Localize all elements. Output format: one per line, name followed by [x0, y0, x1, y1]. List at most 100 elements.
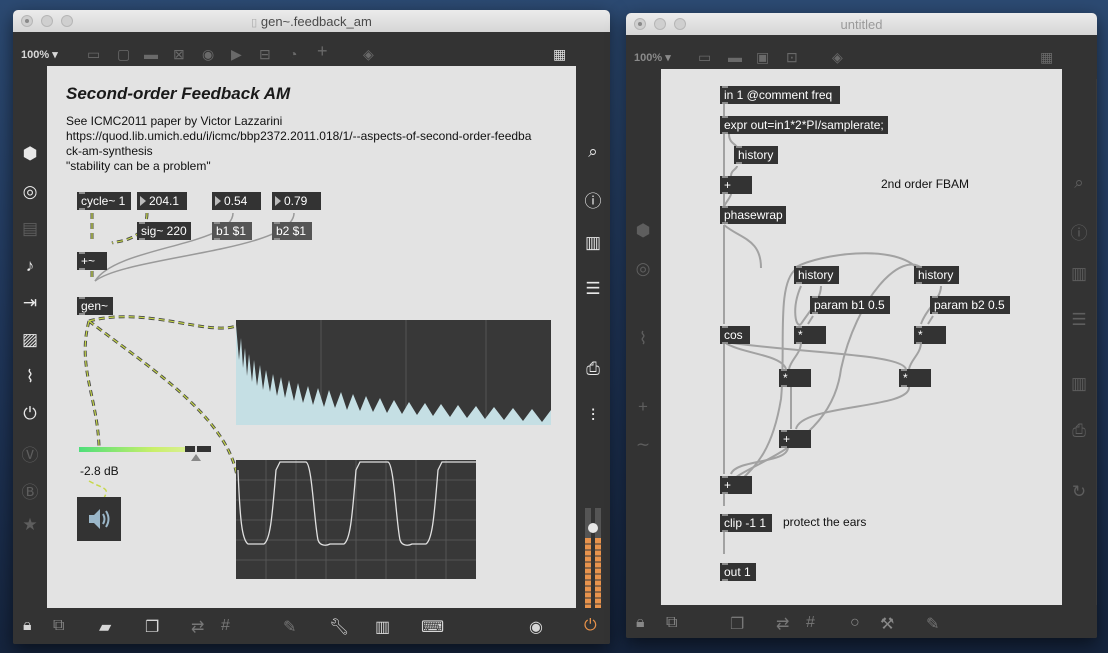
- lock-icon[interactable]: 🔒︎: [23, 617, 32, 635]
- presentation-mode-icon[interactable]: ⧉: [666, 614, 677, 632]
- beap-icon[interactable]: Ⓑ: [13, 478, 47, 503]
- paint-bucket-icon[interactable]: ◈: [832, 49, 843, 65]
- add-icon[interactable]: +: [626, 397, 660, 417]
- titlebar[interactable]: untitled: [626, 13, 1097, 36]
- paperclip-icon[interactable]: ⌇: [626, 329, 660, 349]
- dial-icon[interactable]: ◔: [289, 46, 297, 62]
- lock-icon[interactable]: 🔒︎: [636, 614, 645, 632]
- message-box-icon[interactable]: ▢: [117, 46, 130, 62]
- b1-number-box[interactable]: 0.54: [212, 192, 261, 210]
- camera-icon[interactable]: ⎙: [1062, 421, 1096, 441]
- paint-bucket-icon[interactable]: ◈: [363, 46, 374, 62]
- cycle-object[interactable]: cycle~ 1: [77, 192, 131, 210]
- flip-icon[interactable]: ⇄: [191, 617, 204, 637]
- dac-speaker-button[interactable]: [77, 497, 121, 541]
- piano-icon[interactable]: ▥: [375, 617, 390, 637]
- gen-patcher-canvas[interactable]: in 1 @comment freq expr out=in1*2*PI/sam…: [661, 69, 1062, 605]
- patcher-canvas[interactable]: Second-order Feedback AM See ICMC2011 pa…: [47, 66, 576, 608]
- music-note-icon[interactable]: ♪: [13, 256, 47, 276]
- list-icon[interactable]: ☰: [1062, 310, 1096, 330]
- comment-icon[interactable]: ▬: [728, 49, 742, 65]
- mixer-icon[interactable]: ⫶: [576, 406, 610, 426]
- power-icon[interactable]: ⏻: [584, 617, 597, 635]
- camera-icon[interactable]: ⎙: [576, 359, 610, 379]
- book-icon[interactable]: ▥: [1062, 264, 1096, 284]
- debug-icon[interactable]: ✎: [283, 617, 296, 637]
- info-icon[interactable]: ⓘ: [576, 187, 610, 212]
- wave-icon[interactable]: ∼: [626, 435, 660, 455]
- presentation-mode-icon[interactable]: ⧉: [53, 617, 64, 635]
- star-icon[interactable]: ★: [13, 515, 47, 535]
- history-object-1[interactable]: history: [794, 266, 839, 284]
- keyboard-icon[interactable]: ⌨: [421, 617, 444, 637]
- param-b1-object[interactable]: param b1 0.5: [810, 296, 890, 314]
- flip-icon[interactable]: ⇄: [776, 614, 789, 634]
- plus-object-2[interactable]: +: [720, 476, 752, 494]
- freq-number-box[interactable]: 204.1: [137, 192, 187, 210]
- codebox-text-icon[interactable]: ⊡: [786, 49, 798, 65]
- comment-icon[interactable]: ▬: [144, 46, 158, 62]
- play-icon[interactable]: ▶: [231, 46, 242, 62]
- b1-message[interactable]: b1 $1: [212, 222, 252, 240]
- grid-menu-icon[interactable]: ▦: [553, 46, 566, 62]
- plus-object-0[interactable]: +: [720, 176, 752, 194]
- button-icon[interactable]: ◉: [202, 46, 214, 62]
- debug-icon[interactable]: ✎: [926, 614, 939, 634]
- plugin-icon[interactable]: ⏻: [13, 404, 47, 424]
- out-object[interactable]: out 1: [720, 563, 756, 581]
- gain-slider[interactable]: [79, 446, 211, 462]
- grid-icon[interactable]: #: [221, 617, 230, 635]
- plus-object-1[interactable]: +: [779, 430, 811, 448]
- multiply-object-b[interactable]: *: [914, 326, 946, 344]
- wrench-icon[interactable]: 🔧︎: [329, 617, 349, 637]
- audio-status-icon[interactable]: ◉: [529, 617, 543, 637]
- playlist-icon[interactable]: ⇥: [13, 293, 47, 313]
- history-object-0[interactable]: history: [734, 146, 778, 164]
- paperclip-icon[interactable]: ⌇: [13, 367, 47, 387]
- titlebar[interactable]: ▯ gen~.feedback_am: [13, 10, 610, 33]
- package-icon[interactable]: ⬢: [626, 221, 660, 241]
- zoom-menu[interactable]: 100% ▾: [634, 51, 671, 64]
- sig-object[interactable]: sig~ 220: [137, 222, 191, 240]
- history-object-2[interactable]: history: [914, 266, 959, 284]
- zoom-menu[interactable]: 100% ▾: [21, 48, 58, 61]
- in-object[interactable]: in 1 @comment freq: [720, 86, 840, 104]
- reference-icon[interactable]: ▥: [1062, 374, 1096, 394]
- hammer-icon[interactable]: ⚒: [880, 614, 894, 634]
- chat-icon[interactable]: ▰: [99, 617, 111, 637]
- circle-icon[interactable]: ○: [850, 614, 860, 632]
- windows-icon[interactable]: ❐: [145, 617, 159, 637]
- presentation-icon[interactable]: ▭: [87, 46, 100, 62]
- vst-icon[interactable]: Ⓥ: [13, 441, 47, 466]
- gen-object[interactable]: gen~: [77, 297, 113, 315]
- phasewrap-object[interactable]: phasewrap: [720, 206, 786, 224]
- refresh-icon[interactable]: ↻: [1062, 482, 1096, 502]
- grid-icon[interactable]: #: [806, 614, 815, 632]
- toggle-icon[interactable]: ⊠: [173, 46, 185, 62]
- add-icon[interactable]: +: [317, 42, 328, 60]
- b2-number-box[interactable]: 0.79: [272, 192, 321, 210]
- expr-object[interactable]: expr out=in1*2*PI/samplerate;: [720, 116, 888, 134]
- target-icon[interactable]: ◎: [13, 182, 47, 202]
- clip-icon[interactable]: ▤: [13, 219, 47, 239]
- param-b2-object[interactable]: param b2 0.5: [930, 296, 1010, 314]
- package-icon[interactable]: ⬢: [13, 144, 47, 164]
- plus-signal-object[interactable]: +~: [77, 252, 107, 270]
- search-icon[interactable]: ⌕: [576, 142, 610, 162]
- slider-icon[interactable]: ⊟: [259, 46, 271, 62]
- list-icon[interactable]: ☰: [576, 279, 610, 299]
- book-icon[interactable]: ▥: [576, 233, 610, 253]
- spectroscope[interactable]: [236, 320, 551, 425]
- multiply-object-d[interactable]: *: [899, 369, 931, 387]
- multiply-object-a[interactable]: *: [794, 326, 826, 344]
- codebox-icon[interactable]: ▣: [756, 49, 769, 65]
- multiply-object-c[interactable]: *: [779, 369, 811, 387]
- presentation-icon[interactable]: ▭: [698, 49, 711, 65]
- image-icon[interactable]: ▨: [13, 330, 47, 350]
- grid-menu-icon[interactable]: ▦: [1040, 49, 1053, 65]
- oscilloscope[interactable]: [236, 460, 476, 579]
- info-icon[interactable]: ⓘ: [1062, 219, 1096, 244]
- search-icon[interactable]: ⌕: [1062, 173, 1096, 193]
- cos-object[interactable]: cos: [720, 326, 750, 344]
- b2-message[interactable]: b2 $1: [272, 222, 312, 240]
